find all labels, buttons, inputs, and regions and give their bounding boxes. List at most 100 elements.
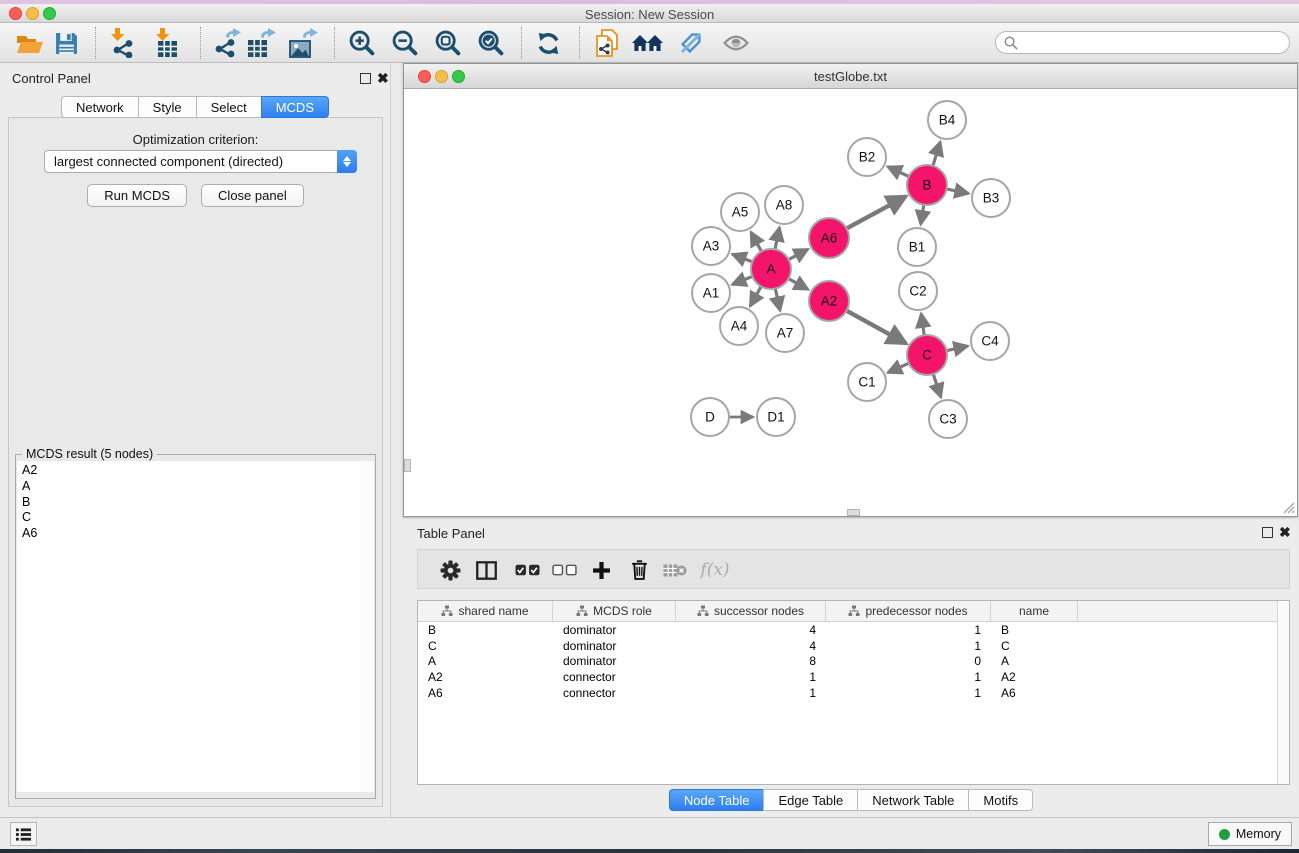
run-mcds-button[interactable]: Run MCDS xyxy=(87,184,187,207)
column-header-MCDS-role[interactable]: MCDS role xyxy=(553,601,676,621)
tab-motifs[interactable]: Motifs xyxy=(968,789,1033,811)
zoom-fit-button[interactable] xyxy=(430,26,466,60)
table-scrollbar[interactable] xyxy=(1277,601,1289,784)
table-row[interactable]: Adominator80A xyxy=(418,653,1289,669)
table-row[interactable]: A6connector11A6 xyxy=(418,685,1289,701)
node-label-A1: A1 xyxy=(703,286,720,301)
float-panel-icon[interactable] xyxy=(360,73,371,84)
zoom-out-button[interactable] xyxy=(387,26,423,60)
edge-A-A3[interactable] xyxy=(732,254,753,262)
refresh-view-button[interactable] xyxy=(530,26,566,60)
tab-network[interactable]: Network xyxy=(61,96,138,118)
column-header-shared-name[interactable]: shared name xyxy=(418,601,553,621)
open-folder-icon xyxy=(16,33,44,54)
select-all-button[interactable] xyxy=(510,553,544,587)
memory-button[interactable]: Memory xyxy=(1208,822,1292,846)
resize-grip-icon[interactable] xyxy=(1280,499,1295,514)
edge-A-A2[interactable] xyxy=(788,278,808,289)
edge-B-B3[interactable] xyxy=(946,189,969,194)
edge-C-C3[interactable] xyxy=(933,373,941,397)
edge-A6-B[interactable] xyxy=(846,196,906,229)
mcds-result-item[interactable]: A6 xyxy=(22,526,361,542)
mcds-result-item[interactable]: B xyxy=(22,495,361,511)
export-network-button[interactable] xyxy=(210,26,246,60)
delete-column-button[interactable] xyxy=(622,553,656,587)
column-header-successor-nodes[interactable]: successor nodes xyxy=(676,601,826,621)
table-cell: 4 xyxy=(676,623,826,637)
canvas-scrollbar-stub[interactable] xyxy=(847,509,860,516)
edge-A-A7[interactable] xyxy=(775,288,780,311)
node-label-D: D xyxy=(705,410,715,425)
edge-B-B1[interactable] xyxy=(921,204,924,225)
main-toolbar xyxy=(0,23,1299,63)
tab-select[interactable]: Select xyxy=(196,96,261,118)
criterion-select[interactable]: largest connected component (directed) xyxy=(44,150,357,173)
optimization-criterion-label: Optimization criterion: xyxy=(9,132,382,147)
delete-table-button[interactable] xyxy=(658,553,692,587)
export-image-button[interactable] xyxy=(285,26,321,60)
table-cell: dominator xyxy=(553,623,676,637)
import-table-button[interactable] xyxy=(148,26,184,60)
edge-A-A1[interactable] xyxy=(732,276,753,284)
tab-edge-table[interactable]: Edge Table xyxy=(763,789,857,811)
list-icon xyxy=(15,827,32,842)
column-header-name[interactable]: name xyxy=(991,601,1078,621)
toolbar-separator xyxy=(200,27,201,59)
tab-style[interactable]: Style xyxy=(138,96,196,118)
float-table-panel-icon[interactable] xyxy=(1262,527,1273,538)
edge-A2-C[interactable] xyxy=(846,310,906,343)
network-graph[interactable]: B4B2BB3A5A8A6A3AB1A1A2C2A4A7C4CC1C3DD1 xyxy=(404,89,1297,516)
task-history-button[interactable] xyxy=(10,822,37,846)
close-table-panel-icon[interactable]: ✖ xyxy=(1279,526,1291,538)
table-tabbar: Node TableEdge TableNetwork TableMotifs xyxy=(403,789,1299,811)
hide-labels-button[interactable] xyxy=(673,26,709,60)
edge-C-C1[interactable] xyxy=(888,363,910,373)
edge-C-C4[interactable] xyxy=(946,346,968,351)
save-floppy-icon xyxy=(55,32,78,55)
table-cell: C xyxy=(418,639,553,653)
import-network-button[interactable] xyxy=(103,26,139,60)
edge-B-B4[interactable] xyxy=(933,142,941,167)
tab-network-table[interactable]: Network Table xyxy=(857,789,968,811)
table-options-button[interactable] xyxy=(433,553,467,587)
table-row[interactable]: A2connector11A2 xyxy=(418,669,1289,685)
node-label-B3: B3 xyxy=(983,191,1000,206)
mcds-result-item[interactable]: A xyxy=(22,479,361,495)
network-overview-button[interactable] xyxy=(630,26,666,60)
table-panel: Table Panel ✖ xyxy=(403,519,1299,817)
column-header-predecessor-nodes[interactable]: predecessor nodes xyxy=(826,601,991,621)
edge-A-A8[interactable] xyxy=(775,228,780,251)
close-panel-button[interactable]: Close panel xyxy=(201,184,304,207)
mcds-result-item[interactable]: A2 xyxy=(22,463,361,479)
open-session-button[interactable] xyxy=(12,26,48,60)
zoom-selected-button[interactable] xyxy=(473,26,509,60)
tab-node-table[interactable]: Node Table xyxy=(669,789,764,811)
save-session-button[interactable] xyxy=(48,26,84,60)
function-builder-button[interactable]: f(x) xyxy=(693,553,737,587)
mcds-result-item[interactable]: C xyxy=(22,510,361,526)
node-table[interactable]: shared nameMCDS rolesuccessor nodesprede… xyxy=(417,600,1290,785)
add-column-button[interactable] xyxy=(584,553,618,587)
show-details-button[interactable] xyxy=(718,26,754,60)
canvas-scrollbar-stub[interactable] xyxy=(404,459,411,472)
edge-A-A4[interactable] xyxy=(750,286,761,306)
edge-B-B2[interactable] xyxy=(888,167,910,177)
mcds-list-scrollbar[interactable] xyxy=(361,461,374,792)
zoom-in-button[interactable] xyxy=(344,26,380,60)
edge-A-A6[interactable] xyxy=(788,249,808,260)
table-cell: C xyxy=(991,639,1078,653)
close-panel-icon[interactable]: ✖ xyxy=(377,72,389,84)
deselect-all-button[interactable] xyxy=(547,553,581,587)
edge-A-A5[interactable] xyxy=(751,232,762,252)
network-canvas[interactable]: B4B2BB3A5A8A6A3AB1A1A2C2A4A7C4CC1C3DD1 xyxy=(404,89,1297,516)
search-input[interactable] xyxy=(995,31,1290,54)
tab-mcds[interactable]: MCDS xyxy=(261,96,329,118)
mcds-result-list[interactable]: A2ABCA6 xyxy=(17,461,362,792)
table-cell: A2 xyxy=(991,670,1078,684)
table-row[interactable]: Cdominator41C xyxy=(418,638,1289,654)
column-view-button[interactable] xyxy=(469,553,503,587)
edge-C-C2[interactable] xyxy=(921,314,924,336)
table-row[interactable]: Bdominator41B xyxy=(418,622,1289,638)
duplicate-network-button[interactable] xyxy=(589,26,625,60)
export-table-button[interactable] xyxy=(243,26,279,60)
